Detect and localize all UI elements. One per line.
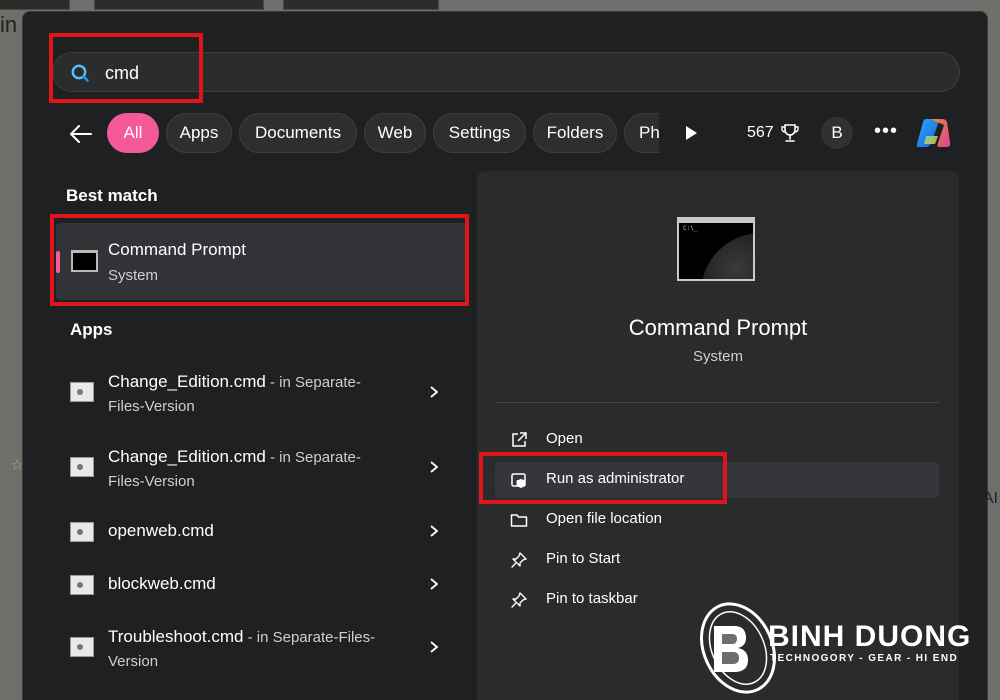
action-label: Open xyxy=(546,430,583,447)
filter-chip-all[interactable]: All xyxy=(107,113,159,153)
start-search-panel: All Apps Documents Web Settings Folders … xyxy=(22,11,988,700)
app-location: - in Separate- xyxy=(265,449,361,466)
details-title: Command Prompt xyxy=(628,315,808,340)
script-file-icon xyxy=(70,457,94,477)
app-name: Change_Edition.cmd xyxy=(108,447,266,466)
app-location: Version xyxy=(108,653,159,670)
list-item[interactable]: Change_Edition.cmd - in Separate- Files-… xyxy=(56,439,467,501)
folder-icon xyxy=(510,514,528,527)
action-label: Run as administrator xyxy=(546,470,685,487)
script-file-icon xyxy=(70,575,94,595)
script-file-icon xyxy=(70,637,94,657)
best-match-subtitle: System xyxy=(108,267,159,284)
filter-chip-documents[interactable]: Documents xyxy=(239,113,357,153)
chevron-right-icon[interactable] xyxy=(428,640,440,654)
shield-icon xyxy=(511,473,526,488)
app-name: Change_Edition.cmd xyxy=(108,372,266,391)
selection-indicator xyxy=(56,251,60,273)
app-location: Files-Version xyxy=(108,473,195,490)
details-subtitle: System xyxy=(692,348,743,365)
more-icon[interactable]: ••• xyxy=(874,120,898,143)
best-match-title: Command Prompt xyxy=(108,240,246,259)
action-open-file-location[interactable]: Open file location xyxy=(495,502,939,538)
chevron-right-icon[interactable] xyxy=(428,460,440,474)
list-item[interactable]: Troubleshoot.cmd - in Separate-Files- Ve… xyxy=(56,619,467,681)
chevron-right-icon[interactable] xyxy=(428,577,440,591)
command-prompt-large-icon: C:\_ xyxy=(677,217,755,281)
action-open[interactable]: Open xyxy=(495,422,939,458)
search-input[interactable] xyxy=(105,61,705,85)
filter-chip-folders[interactable]: Folders xyxy=(533,113,617,153)
best-match-heading: Best match xyxy=(66,186,158,205)
watermark-name: BINH DUONG xyxy=(768,620,972,653)
background-fragment: in xyxy=(0,12,18,37)
action-label: Pin to taskbar xyxy=(546,590,638,607)
filter-chip-settings[interactable]: Settings xyxy=(433,113,526,153)
action-run-as-administrator[interactable]: Run as administrator xyxy=(495,462,939,498)
search-box[interactable] xyxy=(52,52,960,92)
background-fragment: AI xyxy=(982,490,998,507)
background-window xyxy=(0,0,70,10)
open-external-icon xyxy=(512,432,527,447)
copilot-icon[interactable] xyxy=(914,116,952,150)
filter-chip-apps[interactable]: Apps xyxy=(166,113,232,153)
trophy-icon[interactable] xyxy=(779,122,801,144)
script-file-icon xyxy=(70,522,94,542)
pin-icon xyxy=(511,552,527,568)
search-icon xyxy=(71,64,89,82)
play-icon[interactable] xyxy=(684,125,698,141)
apps-heading: Apps xyxy=(70,320,113,339)
filter-chip-photos[interactable]: Ph xyxy=(624,113,659,153)
app-location: - in Separate- xyxy=(265,374,361,391)
filter-chip-web[interactable]: Web xyxy=(364,113,426,153)
back-arrow-icon[interactable] xyxy=(67,122,95,146)
chevron-right-icon[interactable] xyxy=(428,385,440,399)
list-item[interactable]: blockweb.cmd xyxy=(56,565,467,605)
app-name: openweb.cmd xyxy=(108,521,214,540)
rewards-points[interactable]: 567 xyxy=(747,124,774,142)
watermark-tagline: TECHNOGORY - GEAR - HI END xyxy=(770,653,959,664)
app-location: Files-Version xyxy=(108,398,195,415)
background-window xyxy=(283,0,439,10)
action-pin-to-start[interactable]: Pin to Start xyxy=(495,542,939,578)
list-item[interactable]: openweb.cmd xyxy=(56,512,467,552)
action-label: Open file location xyxy=(546,510,662,527)
watermark-logo: BINH DUONG TECHNOGORY - GEAR - HI END xyxy=(700,598,1000,698)
app-location: - in Separate-Files- xyxy=(243,629,376,646)
avatar[interactable]: B xyxy=(821,117,853,149)
divider xyxy=(495,402,939,403)
app-name: blockweb.cmd xyxy=(108,574,216,593)
command-prompt-icon xyxy=(71,250,98,272)
action-label: Pin to Start xyxy=(546,550,621,567)
list-item[interactable]: Change_Edition.cmd - in Separate- Files-… xyxy=(56,364,467,426)
background-window xyxy=(94,0,264,10)
best-match-item[interactable]: Command Prompt System xyxy=(56,223,467,300)
app-name: Troubleshoot.cmd xyxy=(108,627,244,646)
chevron-right-icon[interactable] xyxy=(428,524,440,538)
pin-icon xyxy=(511,592,527,608)
script-file-icon xyxy=(70,382,94,402)
